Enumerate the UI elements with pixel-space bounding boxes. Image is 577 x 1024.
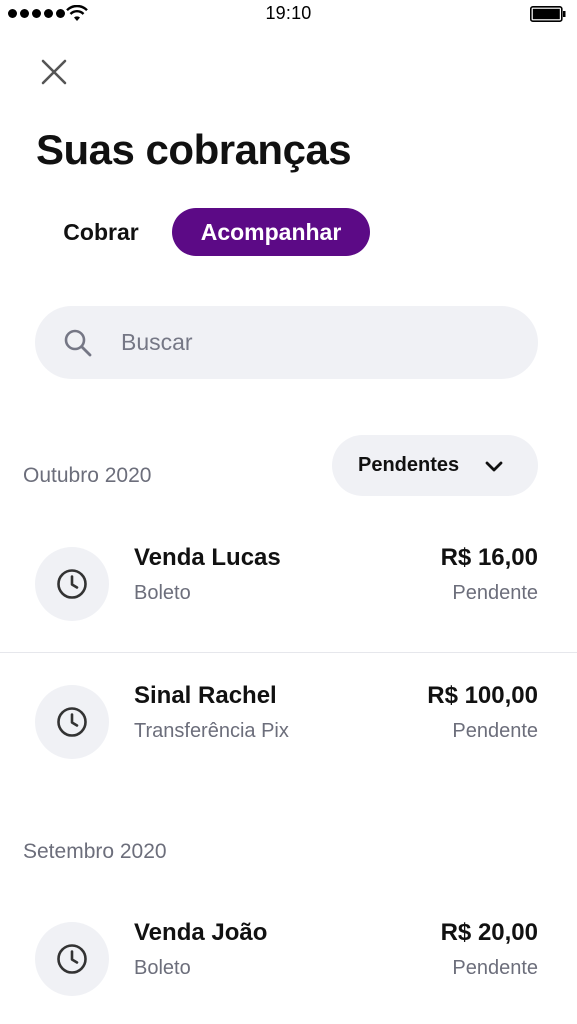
list-item[interactable]: Venda João Boleto R$ 20,00 Pendente <box>0 913 577 1013</box>
status-bar: 19:10 <box>0 0 577 28</box>
item-status: Pendente <box>452 582 538 604</box>
tab-cobrar[interactable]: Cobrar <box>46 208 156 256</box>
pending-avatar <box>35 922 109 996</box>
clock-icon <box>57 569 87 599</box>
item-amount: R$ 16,00 <box>440 544 538 571</box>
item-method: Transferência Pix <box>134 720 289 742</box>
list-item[interactable]: Sinal Rachel Transferência Pix R$ 100,00… <box>0 676 577 776</box>
page-title: Suas cobranças <box>36 126 352 173</box>
divider <box>0 652 577 653</box>
close-icon <box>41 59 67 85</box>
close-button[interactable] <box>34 52 74 92</box>
search-icon <box>64 329 92 357</box>
item-title: Venda João <box>134 919 268 946</box>
filter-selected-label: Pendentes <box>358 454 460 476</box>
item-method: Boleto <box>134 582 191 604</box>
item-method: Boleto <box>134 957 191 979</box>
list-item[interactable]: Venda Lucas Boleto R$ 16,00 Pendente <box>0 538 577 638</box>
status-filter-dropdown[interactable]: Pendentes <box>332 435 538 496</box>
clock-icon <box>57 707 87 737</box>
battery-icon <box>530 6 566 22</box>
pending-avatar <box>35 685 109 759</box>
item-title: Venda Lucas <box>134 544 281 571</box>
tab-acompanhar[interactable]: Acompanhar <box>172 208 370 256</box>
item-title: Sinal Rachel <box>134 682 277 709</box>
item-amount: R$ 20,00 <box>440 919 538 946</box>
clock-icon <box>57 944 87 974</box>
section-heading-outubro-2020: Outubro 2020 <box>23 464 152 487</box>
status-time: 19:10 <box>265 3 312 23</box>
item-status: Pendente <box>452 720 538 742</box>
item-status: Pendente <box>452 957 538 979</box>
item-amount: R$ 100,00 <box>427 682 538 709</box>
chevron-down-icon <box>485 461 503 472</box>
search-input[interactable] <box>121 306 501 379</box>
section-heading-setembro-2020: Setembro 2020 <box>23 840 167 863</box>
search-bar[interactable] <box>35 306 538 379</box>
pending-avatar <box>35 547 109 621</box>
